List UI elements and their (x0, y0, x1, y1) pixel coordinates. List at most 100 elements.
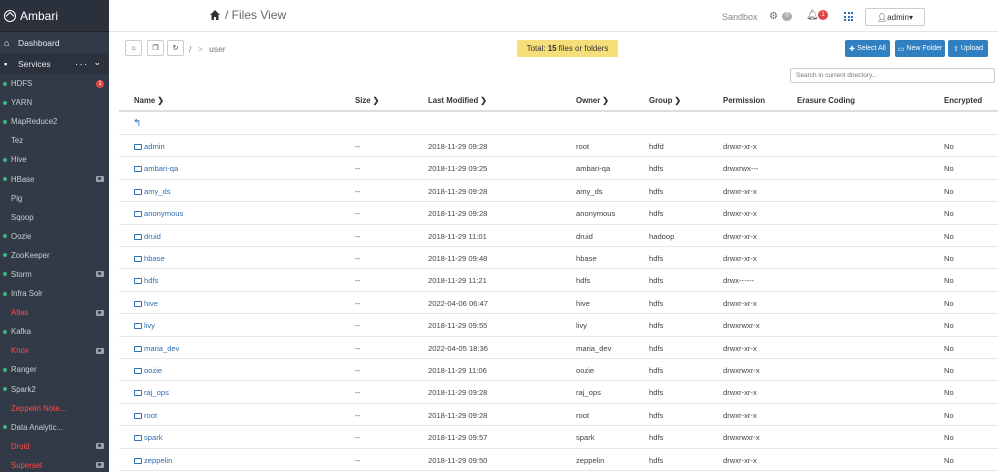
table-row[interactable]: hdfs -- 2018-11-29 11:21 hdfs hdfs drwx------… (119, 269, 998, 292)
cell-permission: drwxr-xr-x (723, 142, 757, 151)
upload-button[interactable]: ⇪ Upload (948, 40, 988, 57)
breadcrumb-separator: > (197, 44, 203, 54)
table-row[interactable]: spark -- 2018-11-29 09:57 spark hdfs drwxrwxr… (119, 426, 998, 449)
column-header-encrypted: Encrypted (944, 96, 982, 105)
sidebar-services-header[interactable]: ▪ Services ... ⌄ (0, 53, 109, 74)
sidebar-service-item[interactable]: Oozie (0, 227, 109, 246)
table-row[interactable]: amy_ds -- 2018-11-29 09:28 amy_ds hdfs drwxr-… (119, 180, 998, 203)
home-icon[interactable] (209, 9, 221, 21)
sidebar-service-item[interactable]: Storm (0, 265, 109, 284)
breadcrumb-root[interactable]: / (189, 44, 191, 54)
status-dot-icon (3, 157, 7, 162)
views-grid-icon[interactable] (844, 12, 854, 21)
table-row[interactable]: anonymous -- 2018-11-29 09:28 anonymous hdfs… (119, 202, 998, 225)
copy-path-button[interactable]: ❐ (147, 40, 164, 56)
table-row[interactable]: root -- 2018-11-29 09:28 root hdfs drwxr-xr-x… (119, 404, 998, 427)
cluster-name[interactable]: Sandbox (722, 12, 758, 22)
select-all-button[interactable]: ✚ Select All (845, 40, 890, 57)
sidebar-service-item[interactable]: Zeppelin Note... (0, 399, 109, 418)
table-row[interactable]: raj_ops -- 2018-11-29 09:28 raj_ops hdfs drwx… (119, 381, 998, 404)
sidebar-service-item[interactable]: Knox (0, 341, 109, 360)
new-folder-button[interactable]: ▭ New Folder (895, 40, 945, 57)
cell-encrypted: No (944, 366, 954, 375)
cell-owner: oozie (576, 366, 595, 375)
column-header-last-modified[interactable]: Last Modified ❯ (428, 96, 487, 105)
sidebar-service-item[interactable]: Sqoop (0, 208, 109, 227)
file-name-link[interactable]: hdfs (134, 276, 158, 285)
status-dot-icon (3, 463, 7, 467)
file-name-link[interactable]: ambari-qa (134, 164, 178, 173)
services-actions-menu[interactable]: ... ⌄ (75, 57, 103, 68)
file-name-link[interactable]: spark (134, 433, 163, 442)
user-menu-button[interactable]: 👤︎ admin ▾ (865, 8, 925, 26)
file-name-link[interactable]: zeppelin (134, 456, 172, 465)
column-header-group[interactable]: Group ❯ (649, 96, 681, 105)
table-row[interactable]: livy -- 2018-11-29 09:55 livy hdfs drwxrwxr-x… (119, 314, 998, 337)
camera-icon (96, 462, 104, 469)
table-row[interactable]: druid -- 2018-11-29 11:01 druid hadoop drwxr-… (119, 225, 998, 247)
table-row[interactable]: zeppelin -- 2018-11-29 09:50 zeppelin hdfs dr… (119, 449, 998, 471)
sidebar-service-label: Storm (11, 269, 32, 279)
sidebar-service-item[interactable]: HBase (0, 169, 109, 188)
status-dot-icon (3, 177, 7, 182)
briefcase-icon: ▪ (4, 58, 8, 69)
search-input[interactable] (790, 68, 995, 83)
sidebar-service-item[interactable]: Ranger (0, 360, 109, 379)
sidebar-service-label: HBase (11, 174, 35, 184)
file-name-link[interactable]: hbase (134, 254, 165, 263)
cell-permission: drwxr-xr-x (723, 410, 757, 420)
file-name-link[interactable]: anonymous (134, 209, 183, 218)
column-header-erasure-coding: Erasure Coding (797, 96, 855, 105)
sidebar-service-item[interactable]: Atlas (0, 303, 109, 322)
file-name-link[interactable]: admin (134, 142, 165, 151)
cell-size: -- (355, 142, 361, 151)
file-name-link[interactable]: amy_ds (134, 187, 171, 196)
sidebar-service-item[interactable]: Spark2 (0, 380, 109, 399)
sidebar-service-item[interactable]: MapReduce2 (0, 112, 109, 131)
file-name-link[interactable]: oozie (134, 366, 162, 375)
file-name-link[interactable]: hive (134, 299, 158, 308)
gears-icon[interactable]: ⚙ (769, 11, 778, 22)
sidebar-item-dashboard[interactable]: ⌂ Dashboard (0, 32, 109, 53)
refresh-icon: ↻ (172, 45, 179, 52)
parent-directory-row[interactable]: ↰ (119, 113, 998, 135)
table-row[interactable]: hive -- 2022-04-06 06:47 hive hdfs drwxr-xr-x… (119, 292, 998, 315)
table-row[interactable]: hbase -- 2018-11-29 09:48 hbase hdfs drwxr-xr… (119, 247, 998, 270)
file-name-link[interactable]: root (134, 411, 157, 420)
sidebar-service-item[interactable]: Pig (0, 189, 109, 208)
column-header-name[interactable]: Name ❯ (134, 96, 164, 105)
file-name-link[interactable]: livy (134, 321, 155, 330)
file-name: druid (144, 231, 161, 241)
table-row[interactable]: admin -- 2018-11-29 09:28 root hdfd drwxr-xr-… (119, 135, 998, 158)
sidebar-service-item[interactable]: ZooKeeper (0, 246, 109, 265)
table-row[interactable]: maria_dev -- 2022-04-05 18:36 maria_dev hdfs… (119, 337, 998, 359)
file-name-link[interactable]: maria_dev (134, 344, 179, 353)
total-count-badge: Total: 15 files or folders (517, 40, 618, 57)
chevron-right-icon: ❯ (157, 96, 164, 105)
table-row[interactable]: ambari-qa -- 2018-11-29 09:25 ambari-qa hdfs… (119, 157, 998, 180)
sidebar-service-item[interactable]: YARN (0, 93, 109, 112)
sidebar-service-item[interactable]: Hive (0, 150, 109, 169)
sidebar-service-item[interactable]: Infra Solr (0, 284, 109, 303)
sidebar-service-item[interactable]: Druid (0, 437, 109, 456)
cell-owner: livy (576, 321, 587, 331)
column-header-size[interactable]: Size ❯ (355, 96, 379, 105)
sidebar-service-item[interactable]: Tez (0, 131, 109, 150)
status-dot-icon (3, 406, 7, 410)
bell-icon[interactable]: 🔔︎ (806, 10, 819, 21)
table-row[interactable]: oozie -- 2018-11-29 11:06 oozie hdfs drwxrwxr… (119, 359, 998, 382)
sidebar-service-item[interactable]: HDFS 1 (0, 74, 109, 93)
status-dot-icon (3, 291, 7, 296)
file-name-link[interactable]: druid (134, 232, 161, 241)
breadcrumb-current[interactable]: user (209, 44, 226, 54)
column-header-owner[interactable]: Owner ❯ (576, 96, 609, 105)
sidebar-service-item[interactable]: Kafka (0, 322, 109, 341)
sidebar-service-item[interactable]: Superset (0, 456, 109, 472)
brand[interactable]: Ambari (0, 0, 109, 32)
file-name-link[interactable]: raj_ops (134, 388, 169, 397)
reply-arrow-icon[interactable]: ↰ (133, 118, 141, 129)
sidebar-service-item[interactable]: Data Analytic... (0, 418, 109, 437)
cell-encrypted: No (944, 142, 954, 151)
refresh-button[interactable]: ↻ (167, 40, 184, 56)
home-dir-button[interactable]: ⌂ (125, 40, 142, 56)
